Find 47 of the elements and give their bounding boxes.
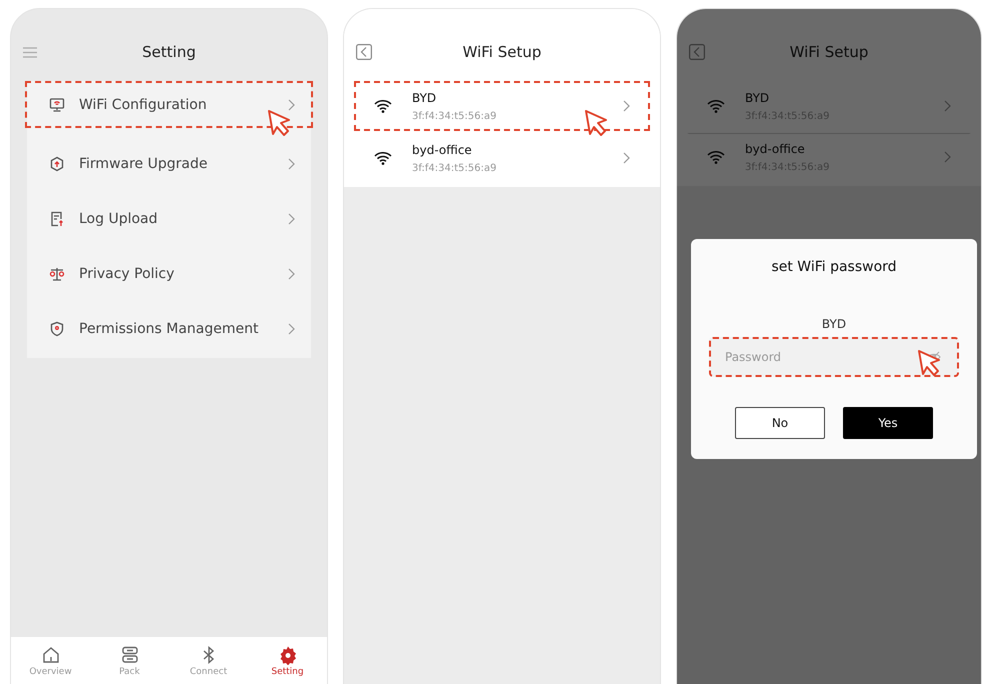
wifi-network-item[interactable]: byd-office 3f:f4:34:t5:56:a9 <box>354 133 650 183</box>
wifi-icon <box>374 151 392 165</box>
wifi-icon <box>707 99 725 113</box>
pointer-cursor-icon <box>267 109 293 137</box>
network-name: byd-office <box>745 142 806 156</box>
nav-tab[interactable]: Setting <box>258 645 318 684</box>
gear-icon <box>278 645 298 665</box>
dialog-title: set WiFi password <box>771 259 897 275</box>
chevron-icon <box>288 268 295 280</box>
shield-icon <box>49 156 65 172</box>
back-icon[interactable] <box>689 44 705 60</box>
menu-icon[interactable] <box>23 47 37 58</box>
network-name: byd-office <box>412 142 473 156</box>
network-name: BYD <box>745 90 770 104</box>
chevron-icon <box>288 212 295 224</box>
chevron-icon <box>288 158 295 170</box>
server-icon <box>120 645 140 665</box>
back-icon[interactable] <box>356 44 372 60</box>
chevron-icon <box>288 98 295 110</box>
scales-icon <box>49 266 65 282</box>
wifi-icon <box>707 150 725 164</box>
cancel-button[interactable]: No <box>735 407 825 439</box>
chevron-icon <box>623 152 630 164</box>
pointer-cursor-icon <box>584 109 610 137</box>
chevron-icon <box>944 151 951 163</box>
screen-title: Setting <box>142 42 196 61</box>
menu-item[interactable]: Privacy Policy <box>25 246 313 301</box>
confirm-button[interactable]: Yes <box>843 407 933 439</box>
shield-icon <box>49 320 65 336</box>
chevron-icon <box>623 100 630 112</box>
menu-item[interactable]: Permissions Management <box>25 301 313 356</box>
pointer-cursor-icon <box>917 349 943 377</box>
chevron-icon <box>288 322 295 334</box>
network-name: BYD <box>822 317 846 331</box>
mac-address: 3f:f4:34:t5:56:a9 <box>412 162 498 174</box>
password-field[interactable]: Password <box>709 337 959 377</box>
monitor-icon <box>49 96 65 112</box>
chevron-icon <box>944 100 951 112</box>
document-icon <box>49 210 65 226</box>
screen-title: WiFi Setup <box>790 42 868 61</box>
network-name: BYD <box>412 90 438 104</box>
screen-title: WiFi Setup <box>462 42 542 61</box>
mac-address: 3f:f4:34:t5:56:a9 <box>412 110 498 122</box>
home-icon <box>40 645 60 665</box>
wifi-icon <box>374 99 392 113</box>
menu-item[interactable]: Firmware Upgrade <box>25 136 313 191</box>
menu-item[interactable]: Log Upload <box>25 191 313 246</box>
